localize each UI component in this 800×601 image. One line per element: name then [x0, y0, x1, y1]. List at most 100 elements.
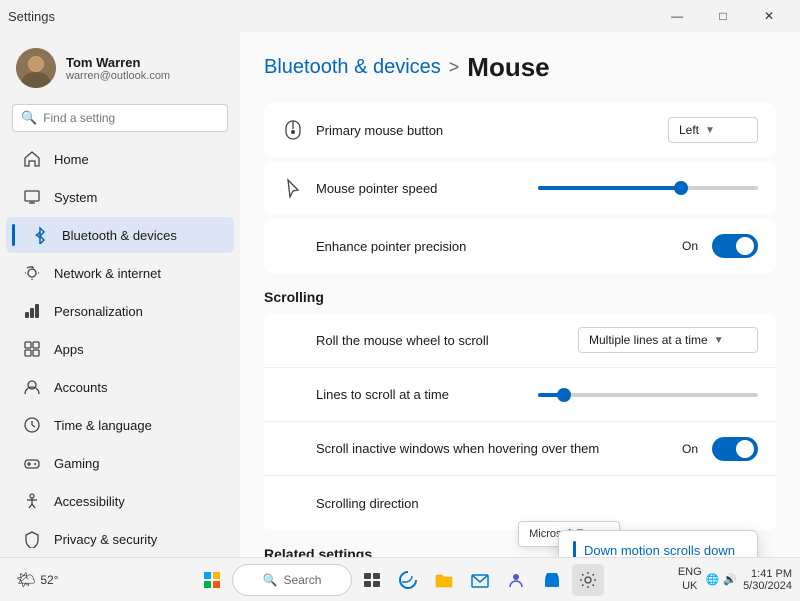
cursor-icon	[282, 177, 304, 199]
lines-slider-track	[538, 393, 758, 397]
sidebar-item-label-personalization: Personalization	[54, 304, 143, 319]
sidebar-item-label-gaming: Gaming	[54, 456, 100, 471]
lines-scroll-row: Lines to scroll at a time	[264, 368, 776, 422]
roll-wheel-dropdown-arrow: ▼	[714, 335, 724, 346]
enhance-precision-label: Enhance pointer precision	[282, 239, 682, 254]
taskbar-right: ENGUK 🌐 🔊 1:41 PM 5/30/2024	[678, 566, 792, 592]
explorer-icon[interactable]	[428, 564, 460, 596]
start-button[interactable]	[196, 564, 228, 596]
sidebar-item-privacy[interactable]: Privacy & security	[6, 521, 234, 557]
sidebar-item-accessibility[interactable]: Accessibility	[6, 483, 234, 519]
home-icon	[22, 149, 42, 169]
sidebar-item-gaming[interactable]: Gaming	[6, 445, 234, 481]
teams-icon[interactable]	[500, 564, 532, 596]
pointer-speed-row: Mouse pointer speed	[264, 161, 776, 215]
avatar	[16, 48, 56, 88]
sidebar-item-label-network: Network & internet	[54, 266, 161, 281]
taskbar-center: 🔍 Search	[196, 564, 604, 596]
bluetooth-icon	[30, 225, 50, 245]
roll-wheel-control: Multiple lines at a time ▼	[578, 327, 758, 353]
primary-mouse-button-row: Primary mouse button Left ▼	[264, 103, 776, 157]
pointer-speed-label: Mouse pointer speed	[316, 181, 538, 196]
weather-icon: 🌤	[16, 570, 36, 590]
taskbar-left: 🌤 52°	[8, 566, 66, 594]
sidebar-item-label-accessibility: Accessibility	[54, 494, 125, 509]
gaming-icon	[22, 453, 42, 473]
sidebar-item-label-time: Time & language	[54, 418, 152, 433]
privacy-icon	[22, 529, 42, 549]
search-icon: 🔍	[21, 110, 37, 126]
sidebar-item-accounts[interactable]: Accounts	[6, 369, 234, 405]
user-profile: Tom Warren warren@outlook.com	[0, 32, 240, 100]
mouse-icon	[282, 119, 304, 141]
enhance-precision-control: On	[682, 234, 758, 258]
sidebar-item-label-privacy: Privacy & security	[54, 532, 157, 547]
sidebar-item-label-home: Home	[54, 152, 89, 167]
scroll-inactive-knob	[736, 440, 754, 458]
lines-scroll-control	[538, 385, 758, 405]
maximize-button[interactable]: □	[700, 0, 746, 32]
roll-wheel-card: Roll the mouse wheel to scroll Multiple …	[264, 313, 776, 530]
scroll-inactive-control: On	[682, 437, 758, 461]
roll-wheel-value: Multiple lines at a time	[589, 333, 708, 347]
pointer-speed-card: Mouse pointer speed	[264, 161, 776, 215]
breadcrumb-parent[interactable]: Bluetooth & devices	[264, 56, 441, 79]
accounts-icon	[22, 377, 42, 397]
time-display[interactable]: 1:41 PM 5/30/2024	[743, 568, 792, 592]
settings-title: Settings	[8, 9, 55, 24]
taskview-button[interactable]	[356, 564, 388, 596]
personalization-icon	[22, 301, 42, 321]
taskbar-search[interactable]: 🔍 Search	[232, 564, 352, 596]
edge-icon[interactable]	[392, 564, 424, 596]
sidebar-item-system[interactable]: System	[6, 179, 234, 215]
scrolling-direction-popup: Down motion scrolls down Down motion scr…	[558, 530, 758, 557]
taskbar-search-label: Search	[283, 573, 321, 587]
enhance-precision-toggle[interactable]	[712, 234, 758, 258]
scroll-inactive-toggle[interactable]	[712, 437, 758, 461]
primary-button-value: Left	[679, 123, 699, 137]
store-icon[interactable]	[536, 564, 568, 596]
settings-icon[interactable]	[572, 564, 604, 596]
enhance-precision-status: On	[682, 239, 698, 253]
search-box[interactable]: 🔍	[12, 104, 228, 132]
sidebar-item-personalization[interactable]: Personalization	[6, 293, 234, 329]
primary-button-dropdown[interactable]: Left ▼	[668, 117, 758, 143]
minimize-button[interactable]: —	[654, 0, 700, 32]
scroll-option-down[interactable]: Down motion scrolls down	[559, 531, 757, 557]
app-container: Tom Warren warren@outlook.com 🔍 Home Sys…	[0, 32, 800, 557]
lines-slider-thumb[interactable]	[557, 388, 571, 402]
scroll-inactive-row: Scroll inactive windows when hovering ov…	[264, 422, 776, 476]
system-tray[interactable]: ENGUK 🌐 🔊	[678, 566, 737, 592]
scroll-inactive-status: On	[682, 442, 698, 456]
lines-scroll-slider[interactable]	[538, 385, 758, 405]
taskbar-search-icon: 🔍	[263, 573, 278, 587]
search-input[interactable]	[43, 111, 219, 125]
scrolling-direction-label: Scrolling direction	[282, 496, 758, 511]
volume-icon: 🔊	[723, 573, 737, 586]
roll-wheel-dropdown[interactable]: Multiple lines at a time ▼	[578, 327, 758, 353]
enhance-precision-row: Enhance pointer precision On	[264, 219, 776, 273]
sidebar-item-home[interactable]: Home	[6, 141, 234, 177]
enhance-precision-card: Enhance pointer precision On	[264, 219, 776, 273]
slider-thumb[interactable]	[674, 181, 688, 195]
breadcrumb-separator: >	[449, 57, 460, 78]
sidebar-item-bluetooth[interactable]: Bluetooth & devices	[6, 217, 234, 253]
slider-fill	[538, 186, 681, 190]
sidebar-item-apps[interactable]: Apps	[6, 331, 234, 367]
user-name: Tom Warren	[66, 55, 170, 70]
roll-wheel-row: Roll the mouse wheel to scroll Multiple …	[264, 313, 776, 368]
titlebar-controls: — □ ✕	[654, 0, 792, 32]
time-icon	[22, 415, 42, 435]
sidebar-item-time[interactable]: Time & language	[6, 407, 234, 443]
pointer-speed-slider[interactable]	[538, 178, 758, 198]
scroll-inactive-label: Scroll inactive windows when hovering ov…	[282, 441, 682, 456]
mail-icon[interactable]	[464, 564, 496, 596]
primary-button-label: Primary mouse button	[316, 123, 668, 138]
sidebar-item-network[interactable]: Network & internet	[6, 255, 234, 291]
taskbar: 🌤 52° 🔍 Search	[0, 557, 800, 601]
sidebar-item-label-bluetooth: Bluetooth & devices	[62, 228, 177, 243]
active-indicator	[12, 224, 15, 246]
breadcrumb: Bluetooth & devices > Mouse	[264, 52, 776, 83]
weather-widget[interactable]: 🌤 52°	[8, 566, 66, 594]
close-button[interactable]: ✕	[746, 0, 792, 32]
